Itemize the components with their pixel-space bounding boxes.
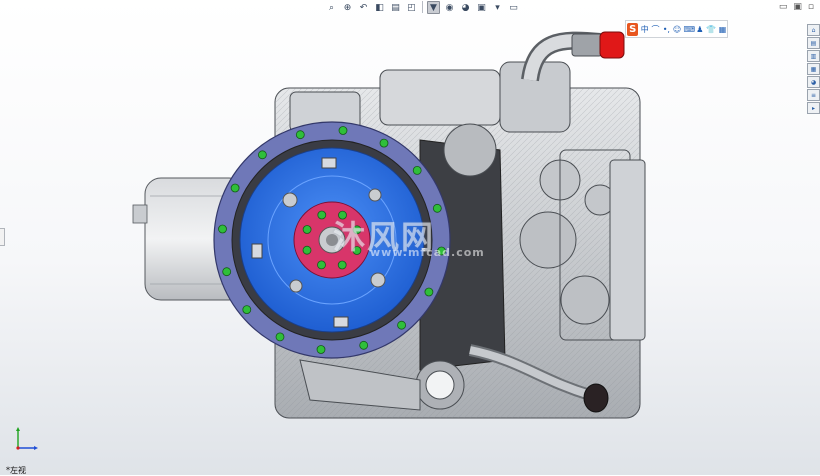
- task-pane-tabs: ⌂ ▤ ▥ ▦ ◕ ≡ ▸: [807, 24, 820, 114]
- bolt: [359, 340, 369, 350]
- zoom-to-fit-icon[interactable]: ⌕: [325, 1, 338, 14]
- bolt: [302, 225, 312, 234]
- bolt: [379, 138, 389, 148]
- bolt: [317, 210, 327, 220]
- bolt: [218, 224, 227, 234]
- view-settings-icon[interactable]: ▾: [491, 1, 504, 14]
- collapse-icon[interactable]: ▸: [807, 102, 820, 114]
- ime-moon-icon[interactable]: ⌒: [651, 24, 660, 35]
- zoom-area-icon[interactable]: ⊕: [341, 1, 354, 14]
- previous-view-icon[interactable]: ↶: [357, 1, 370, 14]
- window-controls: ▭ ▣ ▫: [779, 2, 814, 12]
- bolt: [302, 245, 312, 255]
- dynamic-annotation-icon[interactable]: ▤: [389, 1, 402, 14]
- feature-manager-collapse-handle[interactable]: [0, 228, 5, 246]
- apply-scene-icon[interactable]: ▣: [475, 1, 488, 14]
- home-icon[interactable]: ⌂: [807, 24, 820, 36]
- graphics-viewport[interactable]: 沐风网 www.mfcad.com ⌕ ⊕ ↶ ◧ ▤ ◰ ▼ ◉ ◕ ▣ ▾ …: [0, 0, 820, 475]
- bolt: [397, 320, 407, 330]
- bolt: [316, 345, 326, 354]
- bolt: [412, 165, 422, 175]
- view-orientation-label: *左视: [6, 466, 26, 475]
- custom-properties-icon[interactable]: ≡: [807, 89, 820, 101]
- restore-icon[interactable]: ▭: [779, 2, 788, 12]
- appearances-icon[interactable]: ◕: [807, 76, 820, 88]
- ime-menu-icon[interactable]: ▦: [718, 25, 727, 34]
- resources-icon[interactable]: ▤: [807, 37, 820, 49]
- reference-triad: [16, 427, 38, 450]
- design-library-icon[interactable]: ▥: [807, 50, 820, 62]
- heads-up-view-toolbar: ⌕ ⊕ ↶ ◧ ▤ ◰ ▼ ◉ ◕ ▣ ▾ ▭: [325, 1, 520, 15]
- edit-appearance-icon[interactable]: ◕: [459, 1, 472, 14]
- watermark-url: www.mfcad.com: [370, 246, 485, 259]
- bolt: [338, 126, 348, 135]
- ime-chinese-mode-icon[interactable]: 中: [640, 24, 649, 35]
- close-icon[interactable]: ▫: [808, 2, 814, 12]
- ime-logo[interactable]: S: [627, 22, 639, 36]
- hide-show-items-icon[interactable]: ◉: [443, 1, 456, 14]
- bolt: [337, 260, 347, 270]
- view-orientation-icon[interactable]: ◰: [405, 1, 418, 14]
- toolbar-separator: [422, 1, 423, 13]
- bolt: [317, 260, 326, 270]
- bolt: [230, 183, 240, 193]
- file-explorer-icon[interactable]: ▦: [807, 63, 820, 75]
- display-icon[interactable]: ▭: [507, 1, 520, 14]
- bolt: [242, 305, 252, 315]
- ime-keyboard-icon[interactable]: ⌨: [683, 25, 695, 34]
- bolt: [295, 130, 305, 140]
- bolt: [424, 287, 434, 297]
- ime-user-icon[interactable]: ♟: [695, 25, 704, 34]
- display-style-icon[interactable]: ▼: [427, 1, 440, 14]
- bolt: [257, 150, 267, 160]
- bolt: [275, 332, 285, 342]
- bolt: [222, 267, 232, 277]
- maximize-icon[interactable]: ▣: [793, 2, 802, 12]
- ime-toolbar: S 中 ⌒ •, ☺ ⌨ ♟ 👕 ▦: [625, 20, 728, 38]
- section-view-icon[interactable]: ◧: [373, 1, 386, 14]
- ime-punctuation-icon[interactable]: •,: [662, 25, 671, 34]
- ime-skin-icon[interactable]: 👕: [706, 25, 716, 34]
- ime-emoji-icon[interactable]: ☺: [673, 25, 682, 34]
